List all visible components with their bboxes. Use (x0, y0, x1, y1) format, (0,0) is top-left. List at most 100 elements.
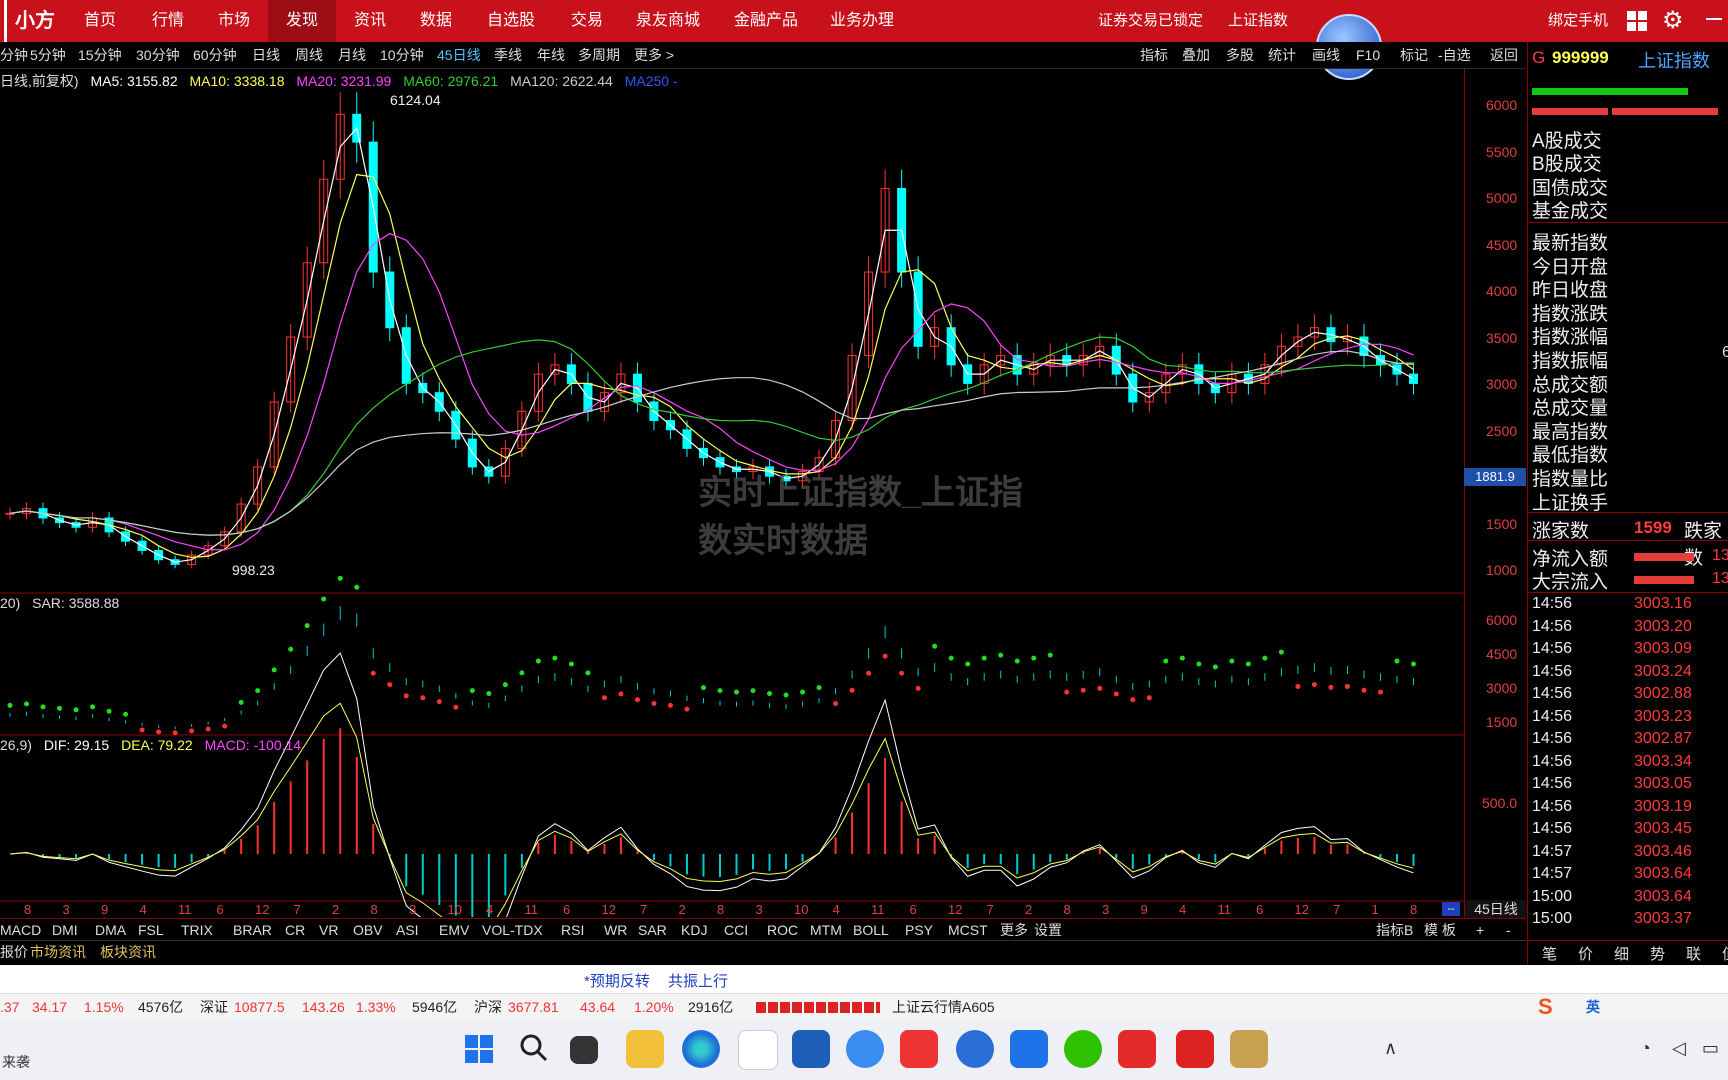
tool-mark[interactable]: 标记 (1400, 42, 1428, 68)
tool-indicator[interactable]: 指标 (1140, 42, 1168, 68)
tab-market-news[interactable]: 市场资讯 (30, 941, 86, 963)
tab-quote[interactable]: 报价 (0, 941, 28, 963)
minimize-icon[interactable] (1706, 18, 1722, 20)
indicator-template[interactable]: 模 板 (1424, 919, 1456, 941)
indicator-1[interactable]: DMI (52, 919, 78, 941)
zoom-in-button[interactable]: + (1476, 919, 1484, 941)
period-quarter[interactable]: 季线 (494, 42, 522, 68)
indicator-19[interactable]: BOLL (853, 919, 889, 941)
panel-tab-5[interactable]: 值 (1722, 943, 1728, 964)
tab-sector-news[interactable]: 板块资讯 (100, 941, 156, 963)
bind-phone-link[interactable]: 绑定手机 (1548, 0, 1608, 42)
nav-business[interactable]: 业务办理 (830, 0, 894, 42)
indicator-16[interactable]: CCI (724, 919, 748, 941)
edge-browser-icon[interactable] (682, 1030, 720, 1068)
cloud-quote-label[interactable]: 上证云行情A605 (892, 994, 995, 1020)
nav-discover[interactable]: 发现 (268, 0, 337, 42)
tool-overlay[interactable]: 叠加 (1182, 42, 1210, 68)
indicator-7[interactable]: VR (319, 919, 338, 941)
ime-lang[interactable]: 英 (1586, 994, 1600, 1020)
indicator-0[interactable]: MACD (0, 919, 41, 941)
period-45day[interactable]: 45日线 (437, 42, 481, 68)
panel-tab-2[interactable]: 细 (1614, 943, 1629, 964)
tool-back[interactable]: 返回 (1490, 42, 1518, 68)
stock-app-icon[interactable] (1118, 1030, 1156, 1068)
panel-tab-4[interactable]: 联 (1686, 943, 1701, 964)
nav-mall[interactable]: 泉友商城 (636, 0, 700, 42)
indicator-12[interactable]: RSI (561, 919, 584, 941)
zoom-out-button[interactable]: - (1506, 919, 1511, 941)
indicator-15[interactable]: KDJ (681, 919, 707, 941)
period-month[interactable]: 月线 (338, 42, 366, 68)
news-item-2[interactable]: 共振上行 (668, 970, 728, 991)
search-icon[interactable] (518, 1032, 548, 1062)
indicator-22[interactable]: 更多 (1000, 919, 1028, 941)
period-10min[interactable]: 10分钟 (380, 42, 424, 68)
indicator-3[interactable]: FSL (138, 919, 164, 941)
indicator-10[interactable]: EMV (439, 919, 469, 941)
battery-icon[interactable]: ▭ (1702, 1038, 1719, 1059)
indicator-6[interactable]: CR (285, 919, 305, 941)
game-icon[interactable] (1230, 1030, 1268, 1068)
indicator-template-b[interactable]: 指标B (1376, 919, 1413, 941)
nav-quotes[interactable]: 行情 (152, 0, 184, 42)
huawei-icon[interactable] (900, 1030, 938, 1068)
nav-market[interactable]: 市场 (218, 0, 250, 42)
nav-data[interactable]: 数据 (420, 0, 452, 42)
panel-tab-3[interactable]: 势 (1650, 943, 1665, 964)
sogou-ime-icon[interactable]: S (1538, 994, 1576, 1020)
index-name-link[interactable]: 上证指数 (1228, 0, 1288, 42)
nav-trade[interactable]: 交易 (571, 0, 603, 42)
tool-remove-watch[interactable]: -自选 (1438, 42, 1471, 68)
news-item-1[interactable]: *预期反转 (584, 970, 650, 991)
period-week[interactable]: 周线 (295, 42, 323, 68)
period-5min[interactable]: 5分钟 (30, 42, 66, 68)
weather-text[interactable]: 来袭 (2, 1052, 30, 1072)
indicator-17[interactable]: ROC (767, 919, 798, 941)
nav-finance-products[interactable]: 金融产品 (734, 0, 798, 42)
trade-lock-status[interactable]: 证券交易已锁定 (1098, 0, 1203, 42)
tool-draw[interactable]: 画线 (1312, 42, 1340, 68)
panel-tab-0[interactable]: 笔 (1542, 943, 1557, 964)
nav-news[interactable]: 资讯 (354, 0, 386, 42)
period-multi[interactable]: 多周期 (578, 42, 620, 68)
period-15min[interactable]: 15分钟 (78, 42, 122, 68)
period-60min[interactable]: 60分钟 (193, 42, 237, 68)
indicator-4[interactable]: TRIX (181, 919, 213, 941)
indicator-5[interactable]: BRAR (233, 919, 272, 941)
indicator-23[interactable]: 设置 (1034, 919, 1062, 941)
mail-icon[interactable] (738, 1030, 778, 1070)
indicator-8[interactable]: OBV (353, 919, 383, 941)
period-year[interactable]: 年线 (537, 42, 565, 68)
app-s-icon[interactable] (956, 1030, 994, 1068)
period-more[interactable]: 更多 > (634, 42, 674, 68)
pdf-icon[interactable] (1176, 1030, 1214, 1068)
file-explorer-icon[interactable] (626, 1030, 664, 1068)
cloud-icon[interactable] (846, 1030, 884, 1068)
indicator-2[interactable]: DMA (95, 919, 126, 941)
period-day[interactable]: 日线 (252, 42, 280, 68)
indicator-9[interactable]: ASI (396, 919, 419, 941)
nav-home[interactable]: 首页 (84, 0, 116, 42)
period-30min[interactable]: 30分钟 (136, 42, 180, 68)
volume-icon[interactable]: ◁ (1672, 1038, 1686, 1059)
tool-stats[interactable]: 统计 (1268, 42, 1296, 68)
tray-chevron-icon[interactable]: ∧ (1384, 1038, 1397, 1059)
task-view-icon[interactable] (570, 1036, 598, 1064)
period-1min[interactable]: 分钟 (0, 42, 28, 68)
indicator-21[interactable]: MCST (948, 919, 988, 941)
panel-tab-1[interactable]: 价 (1578, 943, 1593, 964)
nav-watchlist[interactable]: 自选股 (487, 0, 535, 42)
tool-f10[interactable]: F10 (1356, 42, 1380, 68)
windows-start-icon[interactable] (464, 1034, 494, 1064)
photos-icon[interactable] (1010, 1030, 1048, 1068)
tool-multistock[interactable]: 多股 (1226, 42, 1254, 68)
indicator-20[interactable]: PSY (905, 919, 933, 941)
grid-layout-icon[interactable] (1626, 10, 1648, 32)
store-icon[interactable] (792, 1030, 830, 1068)
indicator-13[interactable]: WR (604, 919, 627, 941)
wechat-icon[interactable] (1064, 1030, 1102, 1068)
indicator-11[interactable]: VOL-TDX (482, 919, 543, 941)
settings-gear-icon[interactable]: ⚙ (1662, 8, 1688, 34)
x-axis-scroll-marker[interactable]: -- (1442, 902, 1460, 916)
